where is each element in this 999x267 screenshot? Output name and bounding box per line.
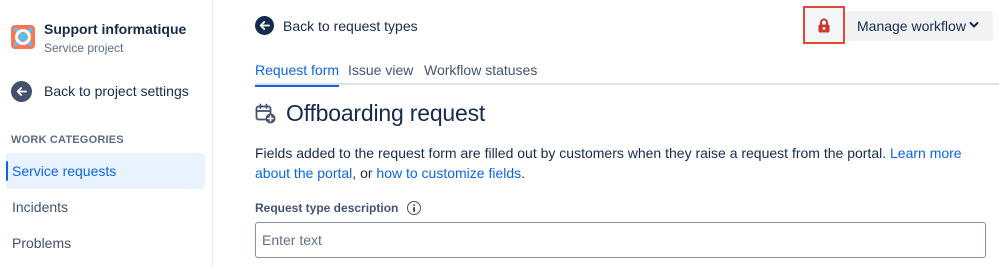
project-type: Service project [44,41,124,55]
request-type-description-input[interactable] [255,222,986,258]
sidebar-item-service-requests[interactable]: Service requests [6,153,205,189]
arrow-left-icon [11,80,32,102]
sidebar: Support informatique Service project Bac… [0,0,213,267]
tab-issue-view[interactable]: Issue view [348,62,413,85]
back-to-project-settings-label: Back to project settings [44,83,189,99]
tab-label: Request form [255,62,340,78]
sidebar-item-label: Problems [12,235,72,251]
tab-label: Issue view [348,62,414,78]
project-name: Support informatique [44,21,187,37]
tab-request-form[interactable]: Request form [255,62,340,87]
info-icon[interactable] [407,201,422,215]
sidebar-item-problems[interactable]: Problems [6,225,205,261]
manage-workflow-label: Manage workflow [857,18,966,34]
back-to-request-types-label: Back to request types [283,17,418,34]
tab-workflow-statuses[interactable]: Workflow statuses [424,62,537,85]
chevron-down-icon [969,22,979,28]
page-title: Offboarding request [286,100,486,126]
project-header: Support informatique Service project [11,21,186,56]
arrow-left-icon [255,16,274,35]
description-text: Fields added to the request form are fil… [255,145,887,161]
back-to-project-settings-link[interactable]: Back to project settings [11,80,189,102]
section-title-work-categories: WORK CATEGORIES [11,134,124,146]
back-to-request-types-link[interactable]: Back to request types [255,16,418,35]
lock-button[interactable] [803,6,845,44]
sidebar-item-label: Incidents [12,199,69,215]
calendar-add-icon [255,103,276,123]
sidebar-item-incidents[interactable]: Incidents [6,189,205,225]
page-title-row: Offboarding request [255,100,485,127]
lock-icon [818,18,830,32]
tab-bar: Request form Issue view Workflow statuse… [255,62,999,87]
main-content: Back to request types Manage workflow Re… [214,0,999,267]
manage-workflow-button[interactable]: Manage workflow [845,11,993,41]
tab-label: Workflow statuses [424,62,538,78]
description-text: . [521,165,526,181]
field-label-text: Request type description [255,201,399,215]
description-text: , or [352,165,373,181]
customize-fields-link[interactable]: how to customize fields [376,165,521,181]
lifebuoy-icon [11,25,35,49]
page-description: Fields added to the request form are fil… [255,143,990,183]
sidebar-item-label: Service requests [12,163,117,179]
request-type-description-label: Request type description [255,201,422,215]
